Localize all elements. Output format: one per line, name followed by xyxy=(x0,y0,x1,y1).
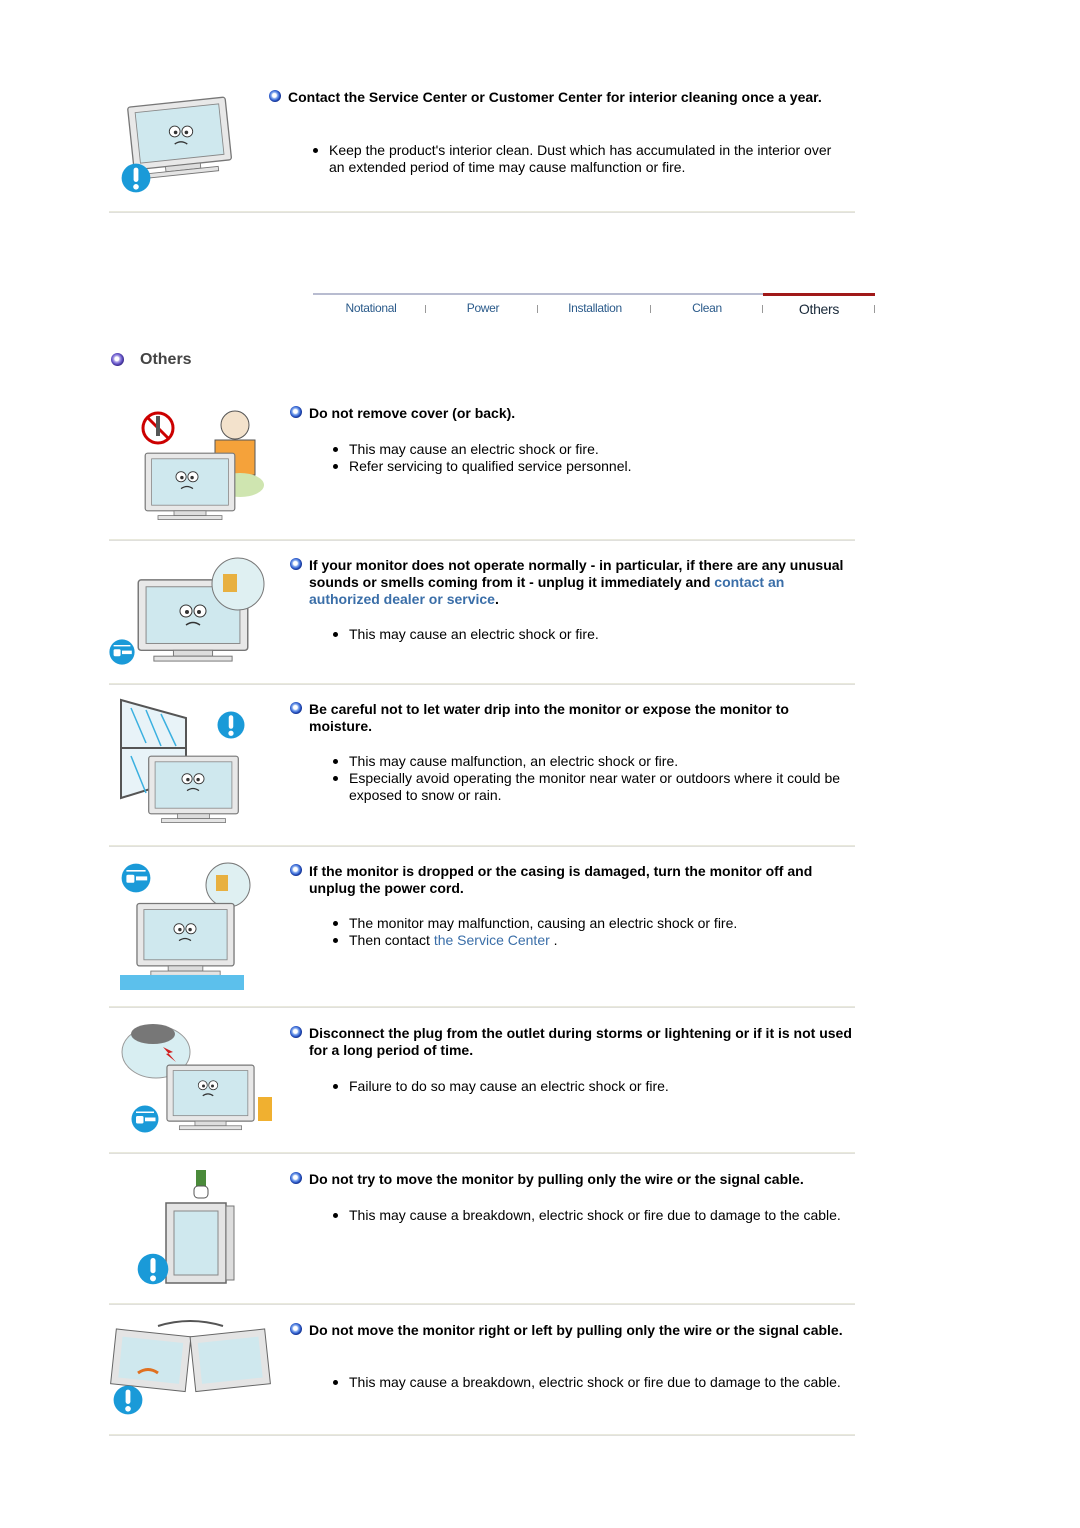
nav-separator xyxy=(537,305,538,313)
item-bullets: This may cause a breakdown, electric sho… xyxy=(329,1207,859,1224)
tab-clean[interactable]: Clean xyxy=(651,301,763,315)
divider xyxy=(109,845,855,847)
tab-installation[interactable]: Installation xyxy=(539,301,651,315)
storm-unplug-illustration xyxy=(118,1022,278,1137)
water-moisture-illustration xyxy=(116,698,276,826)
heading-bullet-icon xyxy=(290,558,302,570)
nav-line xyxy=(313,293,763,295)
item-bullets: Failure to do so may cause an electric s… xyxy=(329,1078,859,1095)
section-title-icon xyxy=(111,353,124,366)
move-sideways-illustration xyxy=(108,1318,271,1418)
heading-bullet-icon xyxy=(290,406,302,418)
divider xyxy=(109,539,855,541)
remove-cover-illustration xyxy=(130,400,290,525)
item-bullets: This may cause a breakdown, electric sho… xyxy=(329,1374,859,1391)
divider xyxy=(109,1152,855,1154)
nav-separator xyxy=(425,305,426,313)
bullet-item: Especially avoid operating the monitor n… xyxy=(329,770,859,804)
tab-notational[interactable]: Notational xyxy=(315,301,427,315)
bullet-item: This may cause an electric shock or fire… xyxy=(329,441,859,458)
item-heading: Disconnect the plug from the outlet duri… xyxy=(309,1025,852,1058)
divider xyxy=(109,1006,855,1008)
heading-bullet-icon xyxy=(290,864,302,876)
top-item-heading: Contact the Service Center or Customer C… xyxy=(288,89,822,105)
heading-bullet-icon xyxy=(290,1026,302,1038)
bullet-item: This may cause malfunction, an electric … xyxy=(329,753,859,770)
bullet-item: Then contact the Service Center . xyxy=(329,932,859,949)
nav-active-indicator xyxy=(763,293,875,296)
bullet-item: This may cause an electric shock or fire… xyxy=(329,626,859,643)
item-heading: If the monitor is dropped or the casing … xyxy=(309,863,813,896)
divider xyxy=(109,1303,855,1305)
bullet-item: Failure to do so may cause an electric s… xyxy=(329,1078,859,1095)
bullet-suffix: . xyxy=(549,932,558,948)
heading-bullet-icon xyxy=(290,1172,302,1184)
pull-wire-illustration xyxy=(134,1168,294,1290)
item-heading-end: . xyxy=(494,591,499,607)
bullet-item: Keep the product's interior clean. Dust … xyxy=(309,142,849,176)
section-nav: Notational Power Installation Clean Othe… xyxy=(313,293,875,323)
item-bullets: This may cause an electric shock or fire… xyxy=(329,441,859,475)
heading-bullet-icon xyxy=(290,702,302,714)
item-heading: If your monitor does not operate normall… xyxy=(309,557,855,608)
bullet-item: Refer servicing to qualified service per… xyxy=(329,458,859,475)
top-item-bullets: Keep the product's interior clean. Dust … xyxy=(309,142,849,176)
service-center-link[interactable]: the Service Center xyxy=(434,932,550,948)
nav-separator xyxy=(874,305,875,313)
divider xyxy=(109,1434,855,1436)
item-bullets: The monitor may malfunction, causing an … xyxy=(329,915,859,949)
heading-bullet-icon xyxy=(269,90,281,102)
item-heading: Do not try to move the monitor by pullin… xyxy=(309,1171,804,1187)
unusual-smell-illustration xyxy=(108,556,268,666)
item-heading: Be careful not to let water drip into th… xyxy=(309,701,789,734)
item-bullets: This may cause an electric shock or fire… xyxy=(329,626,859,643)
dropped-monitor-illustration xyxy=(118,860,278,992)
tab-power[interactable]: Power xyxy=(427,301,539,315)
bullet-item: This may cause a breakdown, electric sho… xyxy=(329,1207,859,1224)
bullet-item: This may cause a breakdown, electric sho… xyxy=(329,1374,859,1391)
item-heading: Do not remove cover (or back). xyxy=(309,405,516,421)
divider xyxy=(109,683,855,685)
bullet-item: The monitor may malfunction, causing an … xyxy=(329,915,859,932)
item-heading: Do not move the monitor right or left by… xyxy=(309,1322,843,1338)
section-title: Others xyxy=(140,351,192,368)
divider xyxy=(109,211,855,213)
tab-others[interactable]: Others xyxy=(763,301,875,317)
heading-bullet-icon xyxy=(290,1323,302,1335)
bullet-prefix: Then contact xyxy=(349,932,434,948)
interior-cleaning-illustration xyxy=(118,92,278,197)
item-bullets: This may cause malfunction, an electric … xyxy=(329,753,859,804)
